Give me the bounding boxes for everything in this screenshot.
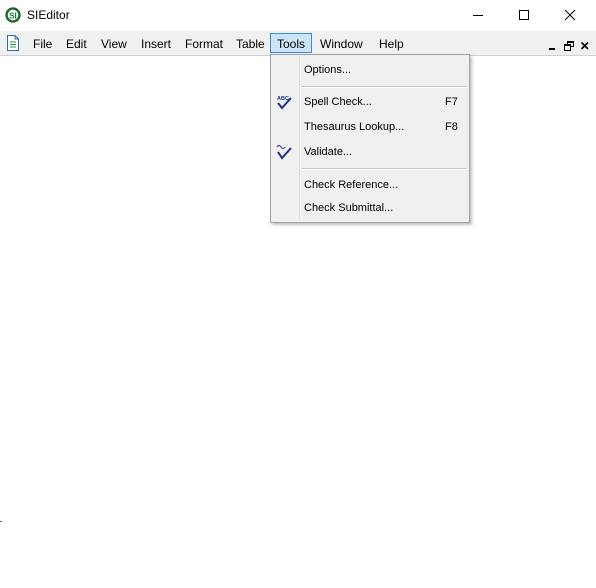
minimize-icon <box>473 15 483 16</box>
menu-item-label: Check Submittal... <box>304 202 394 214</box>
menu-view[interactable]: View <box>94 33 134 53</box>
spell-check-icon: ABC <box>276 94 292 110</box>
maximize-button[interactable] <box>501 0 547 30</box>
menu-help[interactable]: Help <box>372 33 411 53</box>
menu-bar: File Edit View Insert Format Table Tools… <box>0 31 596 56</box>
menu-table[interactable]: Table <box>229 33 272 53</box>
menu-item-label: Spell Check... <box>304 96 372 108</box>
menu-format[interactable]: Format <box>178 33 230 53</box>
maximize-icon <box>519 10 529 20</box>
menu-item-check-reference[interactable]: Check Reference... <box>271 174 469 196</box>
menu-item-options[interactable]: Options... <box>271 59 469 81</box>
edge-marker <box>0 521 2 522</box>
menu-item-shortcut: F8 <box>445 121 458 133</box>
menu-item-thesaurus-lookup[interactable]: Thesaurus Lookup... F8 <box>271 116 469 138</box>
document-icon[interactable] <box>6 35 20 51</box>
menu-file[interactable]: File <box>26 33 59 53</box>
mdi-close-icon[interactable] <box>580 40 590 50</box>
validate-icon <box>276 144 292 160</box>
menu-separator <box>302 86 467 88</box>
tools-menu-dropdown: Options... ABC Spell Check... F7 Thesaur… <box>270 54 470 223</box>
svg-text:SI: SI <box>9 11 17 20</box>
menu-item-label: Validate... <box>304 146 353 158</box>
mdi-minimize-icon[interactable] <box>548 40 558 50</box>
app-window: SI SIEditor File Edit View Insert Format… <box>0 0 596 588</box>
menu-separator <box>302 168 467 170</box>
window-title: SIEditor <box>27 8 70 22</box>
menu-edit[interactable]: Edit <box>59 33 94 53</box>
close-button[interactable] <box>547 0 593 30</box>
title-bar: SI SIEditor <box>0 0 596 30</box>
menu-item-validate[interactable]: Validate... <box>271 141 469 163</box>
menu-insert[interactable]: Insert <box>134 33 178 53</box>
menu-window[interactable]: Window <box>313 33 370 53</box>
menu-item-label: Thesaurus Lookup... <box>304 121 405 133</box>
si-logo-icon: SI <box>5 7 21 23</box>
menu-item-shortcut: F7 <box>445 96 458 108</box>
close-icon <box>564 9 576 21</box>
menu-tools[interactable]: Tools <box>270 33 313 53</box>
menu-item-spell-check[interactable]: ABC Spell Check... F7 <box>271 91 469 113</box>
minimize-button[interactable] <box>455 0 501 30</box>
menu-item-check-submittal[interactable]: Check Submittal... <box>271 197 469 219</box>
menu-item-label: Check Reference... <box>304 179 399 191</box>
menu-item-label: Options... <box>304 64 352 76</box>
mdi-restore-icon[interactable] <box>564 40 574 51</box>
